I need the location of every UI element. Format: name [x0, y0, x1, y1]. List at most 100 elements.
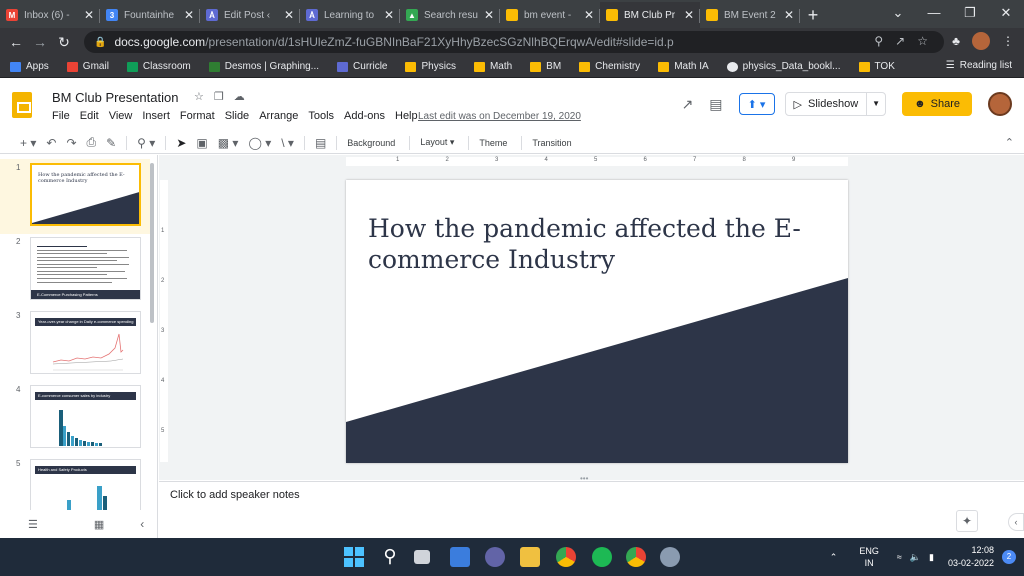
tab-close-icon[interactable]: ✕ [484, 8, 494, 22]
bookmark-item[interactable]: Physics [405, 61, 456, 72]
reading-list-button[interactable]: ☰ Reading list [946, 60, 1012, 71]
widgets-icon[interactable] [450, 547, 470, 567]
browser-tab[interactable]: ▲ Search resu ✕ [400, 2, 500, 28]
forward-icon[interactable]: → [28, 34, 52, 50]
browser-tab[interactable]: Ȧ Edit Post ‹ ✕ [200, 2, 300, 28]
bookmark-item[interactable]: Chemistry [579, 61, 640, 72]
new-tab-button[interactable]: + [800, 2, 826, 28]
document-title[interactable]: BM Club Presentation [52, 90, 178, 105]
slide-canvas[interactable]: How the pandemic affected the E-commerce… [346, 180, 848, 463]
menu-help[interactable]: Help [395, 110, 418, 122]
slide-title[interactable]: How the pandemic affected the E-commerce… [368, 213, 828, 275]
search-icon[interactable]: ⚲ [380, 547, 400, 567]
tab-close-icon[interactable]: ✕ [784, 8, 794, 22]
bookmark-item[interactable]: Apps [10, 61, 49, 72]
slides-logo-icon[interactable] [12, 92, 32, 118]
tab-close-icon[interactable]: ✕ [84, 8, 94, 22]
slide-thumbnail-1[interactable]: How the pandemic affected the E-commerce… [30, 163, 141, 226]
minimize-button[interactable]: — [916, 0, 952, 28]
zoom-icon[interactable]: ⚲ ▾ [137, 136, 155, 150]
slideshow-dropdown-icon[interactable]: ▼ [866, 93, 885, 115]
text-box-icon[interactable]: ▣ [196, 136, 207, 150]
menu-tools[interactable]: Tools [308, 110, 334, 122]
star-icon[interactable]: ☆ [194, 90, 204, 103]
task-view-icon[interactable] [414, 550, 430, 564]
show-hidden-icons[interactable]: ⌃ [830, 552, 838, 563]
chrome-menu-icon[interactable]: ⋮ [1002, 34, 1014, 48]
browser-tab[interactable]: M Inbox (6) - ✕ [0, 2, 100, 28]
explore-icon[interactable]: ✦ [956, 510, 978, 532]
bookmark-item[interactable]: Classroom [126, 61, 191, 72]
comments-icon[interactable]: ▤ [709, 96, 722, 113]
url-field[interactable]: 🔒 docs.google.com/presentation/d/1sHUleZ… [84, 31, 944, 53]
paint-format-icon[interactable]: ✎ [106, 136, 116, 150]
redo-icon[interactable]: ↷ [66, 136, 76, 150]
battery-icon[interactable]: ▮ [929, 552, 934, 563]
tab-close-icon[interactable]: ✕ [284, 8, 294, 22]
menu-addons[interactable]: Add-ons [344, 110, 385, 122]
browser-tab[interactable]: BM Event 2 ✕ [700, 2, 800, 28]
last-edit-link[interactable]: Last edit was on December 19, 2020 [418, 111, 581, 122]
slide-thumbnail-3[interactable]: Year-over-year change in Daily e-commerc… [30, 311, 141, 374]
reload-icon[interactable]: ↻ [52, 34, 76, 51]
filmstrip-scrollbar[interactable] [150, 163, 154, 323]
tab-search-icon[interactable]: ⌄ [880, 0, 916, 28]
side-panel-toggle-icon[interactable]: ‹ [1008, 513, 1024, 531]
menu-slide[interactable]: Slide [225, 110, 249, 122]
profile-avatar[interactable] [972, 32, 990, 50]
collapse-toolbar-icon[interactable]: ⌃ [1005, 136, 1014, 149]
tab-close-icon[interactable]: ✕ [584, 8, 594, 22]
tab-close-icon[interactable]: ✕ [384, 8, 394, 22]
bookmark-item[interactable]: Curricle [337, 61, 387, 72]
file-explorer-icon[interactable] [520, 547, 540, 567]
extensions-icon[interactable]: ♣ [952, 34, 960, 48]
chrome-icon[interactable] [556, 547, 576, 567]
tab-close-icon[interactable]: ✕ [684, 8, 694, 22]
menu-edit[interactable]: Edit [80, 110, 99, 122]
restore-button[interactable]: ❐ [952, 0, 988, 28]
bookmark-item[interactable]: Math IA [658, 61, 709, 72]
image-icon[interactable]: ▩ ▾ [218, 136, 239, 150]
menu-file[interactable]: File [52, 110, 70, 122]
layout-button[interactable]: Layout ▾ [420, 137, 454, 148]
bookmark-item[interactable]: BM [530, 61, 561, 72]
present-meeting-button[interactable]: ⬆ ▾ [738, 93, 775, 115]
tab-close-icon[interactable]: ✕ [184, 8, 194, 22]
bookmark-item[interactable]: Desmos | Graphing... [208, 61, 319, 72]
menu-arrange[interactable]: Arrange [259, 110, 298, 122]
grid-view-icon[interactable]: ▦ [94, 518, 104, 531]
bookmark-item[interactable]: TOK [858, 61, 895, 72]
browser-tab[interactable]: bm event - ✕ [500, 2, 600, 28]
menu-format[interactable]: Format [180, 110, 215, 122]
share-page-icon[interactable]: ↗ [895, 34, 905, 48]
cloud-status-icon[interactable]: ☁ [234, 90, 245, 103]
activity-dashboard-icon[interactable]: ↗ [682, 96, 694, 113]
print-icon[interactable]: ⎙ [87, 135, 97, 150]
slide-thumbnail-5[interactable]: Health and Safety Products [30, 459, 141, 510]
settings-gear-icon[interactable] [660, 547, 680, 567]
share-button[interactable]: ☻ Share [902, 92, 972, 116]
transition-button[interactable]: Transition [532, 138, 571, 148]
bookmark-star-icon[interactable]: ☆ [917, 34, 928, 48]
bookmark-item[interactable]: physics_Data_bookl... [726, 61, 841, 72]
select-cursor-icon[interactable]: ➤ [176, 136, 186, 150]
undo-icon[interactable]: ↶ [46, 136, 56, 150]
slide-thumbnail-4[interactable]: E-commerce consumer sales by industry [30, 385, 141, 448]
chrome-profile-icon[interactable] [626, 547, 646, 567]
volume-icon[interactable]: 🔈 [910, 552, 921, 563]
clock[interactable]: 12:08 03-02-2022 [948, 544, 994, 570]
theme-button[interactable]: Theme [479, 138, 507, 148]
menu-insert[interactable]: Insert [142, 110, 170, 122]
slideshow-button[interactable]: ▷ Slideshow ▼ [784, 92, 887, 116]
zoom-icon[interactable]: ⚲ [874, 34, 883, 48]
background-button[interactable]: Background [347, 138, 395, 148]
wifi-icon[interactable]: ≈ [897, 552, 902, 562]
speaker-notes-placeholder[interactable]: Click to add speaker notes [170, 489, 300, 501]
speaker-notes[interactable]: Click to add speaker notes ✦ ‹ [159, 481, 1024, 538]
back-icon[interactable]: ← [4, 34, 28, 50]
shape-icon[interactable]: ◯ ▾ [248, 136, 271, 150]
spotify-icon[interactable] [592, 547, 612, 567]
new-slide-icon[interactable]: + ▾ [20, 136, 36, 150]
notification-badge[interactable]: 2 [1002, 550, 1016, 564]
line-icon[interactable]: \ ▾ [281, 136, 294, 150]
